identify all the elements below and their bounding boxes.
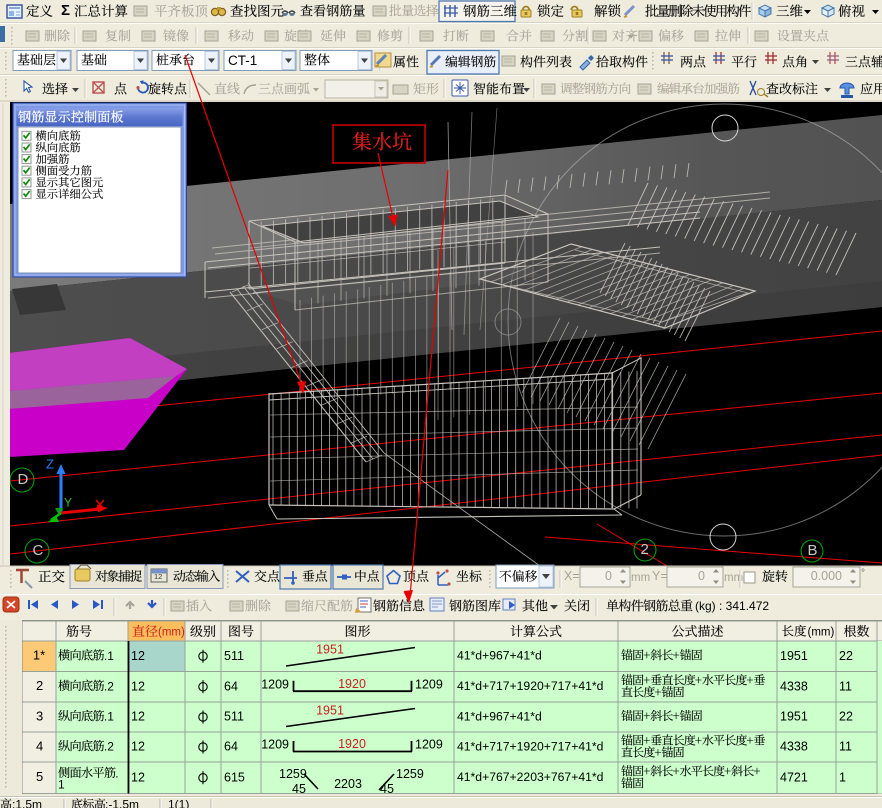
svg-text:(mm): (mm) <box>808 627 835 639</box>
svg-text:1951: 1951 <box>316 704 344 718</box>
svg-text:1209: 1209 <box>415 738 443 752</box>
svg-text:D: D <box>18 471 29 488</box>
svg-text:12: 12 <box>131 770 145 784</box>
svg-text:22: 22 <box>839 710 853 724</box>
svg-text:11: 11 <box>839 740 852 754</box>
svg-text:3: 3 <box>36 708 43 723</box>
svg-text:1920: 1920 <box>338 677 366 691</box>
svg-text:4338: 4338 <box>780 740 808 754</box>
svg-text:4: 4 <box>36 738 43 753</box>
svg-text:B: B <box>808 542 818 559</box>
svg-text:Y: Y <box>64 496 72 510</box>
svg-text:0: 0 <box>605 569 612 583</box>
svg-text:1: 1 <box>58 777 65 791</box>
svg-text:.2: .2 <box>104 679 114 693</box>
svg-text:CT-1: CT-1 <box>228 53 257 68</box>
svg-text:4721: 4721 <box>780 770 808 784</box>
svg-text:4338: 4338 <box>780 679 808 693</box>
svg-text:45: 45 <box>380 782 394 796</box>
svg-text:1209: 1209 <box>261 738 289 752</box>
svg-text:Z: Z <box>46 456 54 471</box>
svg-text:41*d+717+1920+717+41*d: 41*d+717+1920+717+41*d <box>457 739 603 753</box>
svg-text:45: 45 <box>292 782 306 796</box>
svg-text:615: 615 <box>224 770 245 784</box>
svg-text:mm: mm <box>631 572 650 584</box>
svg-text:.1: .1 <box>104 710 114 724</box>
svg-text:1209: 1209 <box>415 677 443 691</box>
svg-text::1.5m: :1.5m <box>12 798 42 808</box>
svg-text:12: 12 <box>131 679 145 693</box>
svg-text:0.000: 0.000 <box>811 569 842 583</box>
svg-text:1951: 1951 <box>780 649 808 663</box>
svg-text:5: 5 <box>36 769 43 784</box>
svg-text:64: 64 <box>224 740 238 754</box>
svg-text:0: 0 <box>698 569 705 583</box>
svg-text:511: 511 <box>224 649 244 663</box>
svg-text:1259: 1259 <box>279 767 307 781</box>
svg-text:41*d+717+1920+717+41*d: 41*d+717+1920+717+41*d <box>457 679 603 693</box>
svg-text:°: ° <box>861 568 865 579</box>
svg-text:1259: 1259 <box>396 767 424 781</box>
svg-text:22: 22 <box>839 649 853 663</box>
svg-text:2203: 2203 <box>334 777 362 791</box>
svg-text:1: 1 <box>839 770 846 784</box>
svg-text:12: 12 <box>131 710 145 724</box>
svg-text:Σ: Σ <box>61 2 70 19</box>
svg-text:(kg) : 341.472: (kg) : 341.472 <box>695 599 769 613</box>
svg-text:12: 12 <box>131 740 145 754</box>
svg-text:(mm): (mm) <box>158 627 185 639</box>
svg-text:1*: 1* <box>33 648 45 663</box>
svg-text:X=: X= <box>564 569 580 583</box>
svg-text:12: 12 <box>131 649 145 663</box>
svg-text:1951: 1951 <box>780 710 808 724</box>
svg-text:41*d+967+41*d: 41*d+967+41*d <box>457 649 542 663</box>
svg-text:2: 2 <box>641 541 649 558</box>
svg-text:41*d+967+41*d: 41*d+967+41*d <box>457 709 542 723</box>
svg-text:1920: 1920 <box>338 737 366 751</box>
svg-text:.1: .1 <box>104 649 114 663</box>
svg-text:2: 2 <box>36 678 43 693</box>
svg-text:511: 511 <box>224 710 244 724</box>
svg-text:41*d+767+2203+767+41*d: 41*d+767+2203+767+41*d <box>457 770 603 784</box>
svg-text:1209: 1209 <box>261 677 289 691</box>
svg-text:11: 11 <box>839 679 852 693</box>
svg-text:1951: 1951 <box>316 643 344 657</box>
svg-text::-1.5m: :-1.5m <box>105 798 139 808</box>
svg-text:C: C <box>33 542 44 559</box>
svg-text:.2: .2 <box>104 740 114 754</box>
svg-text:64: 64 <box>224 679 238 693</box>
svg-text:.: . <box>115 766 118 780</box>
svg-text:1(1): 1(1) <box>168 798 189 808</box>
svg-text:Y=: Y= <box>652 569 668 583</box>
